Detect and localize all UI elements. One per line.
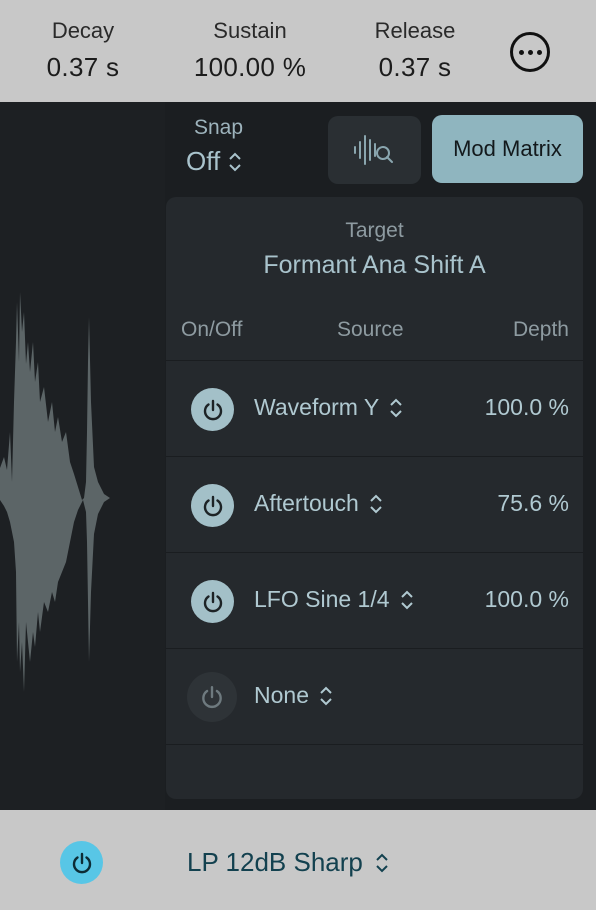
power-icon [202,686,222,709]
row-power-button[interactable] [187,672,237,722]
row-power-button[interactable] [191,580,234,623]
depth-value[interactable]: 100.0 % [485,394,569,421]
header-source: Source [337,318,404,341]
release-label: Release [374,18,456,43]
filter-power-button[interactable] [60,841,103,884]
target-selector[interactable]: Formant Ana Shift A [166,251,583,280]
more-options-icon[interactable] [510,32,550,72]
source-selector[interactable]: Waveform Y [254,394,403,421]
release-param[interactable]: Release 0.37 s [368,18,462,83]
matrix-row: None [166,648,583,744]
matrix-row: Aftertouch 75.6 % [166,456,583,552]
power-icon [203,399,222,420]
power-icon [72,852,91,873]
decay-label: Decay [51,18,115,43]
filter-type-label: LP 12dB Sharp [187,847,363,877]
source-selector[interactable]: None [254,682,333,709]
source-label: None [254,682,309,708]
source-selector[interactable]: LFO Sine 1/4 [254,586,414,613]
row-power-button[interactable] [191,484,234,527]
source-label: Waveform Y [254,394,380,420]
mod-matrix-panel: Target Formant Ana Shift A On/Off Source… [166,197,583,799]
release-value[interactable]: 0.37 s [368,52,462,83]
power-icon [203,495,222,516]
source-selector[interactable]: Aftertouch [254,490,383,517]
header-depth: Depth [512,318,569,341]
sustain-value[interactable]: 100.00 % [186,52,314,83]
waveform-search-icon [353,135,393,165]
filter-type-selector[interactable]: LP 12dB Sharp [187,847,389,878]
mod-matrix-button[interactable]: Mod Matrix [432,115,583,183]
waveform-display[interactable] [0,102,165,810]
updown-chevron-icon [320,686,332,705]
sustain-label: Sustain [213,18,287,43]
snap-control[interactable]: Snap Off [186,116,243,177]
decay-value[interactable]: 0.37 s [42,52,124,83]
power-icon [203,591,222,612]
source-label: Aftertouch [254,490,359,516]
updown-chevron-icon [400,590,413,609]
sustain-param[interactable]: Sustain 100.00 % [186,18,314,83]
main-panel: Snap Off Mod Matrix Target Formant Ana S… [0,102,596,810]
source-label: LFO Sine 1/4 [254,586,390,612]
updown-chevron-icon [370,494,382,513]
envelope-bar: Decay 0.37 s Sustain 100.00 % Release 0.… [0,0,596,102]
snap-label: Snap [194,116,244,139]
snap-value: Off [186,146,221,176]
updown-chevron-icon [229,152,241,171]
snap-selector[interactable]: Off [186,146,243,177]
matrix-empty-row[interactable] [166,744,583,799]
waveform-zoom-button[interactable] [328,116,421,184]
depth-value[interactable]: 75.6 % [497,490,569,517]
depth-value[interactable]: 100.0 % [485,586,569,613]
header-onoff: On/Off [181,318,243,341]
waveform-graphic [0,292,110,692]
updown-chevron-icon [376,853,388,872]
matrix-row: Waveform Y 100.0 % [166,360,583,456]
row-power-button[interactable] [191,388,234,431]
decay-param[interactable]: Decay 0.37 s [42,18,124,83]
filter-bar: LP 12dB Sharp [0,810,596,910]
target-label: Target [345,219,404,242]
matrix-row: LFO Sine 1/4 100.0 % [166,552,583,648]
updown-chevron-icon [390,398,402,417]
